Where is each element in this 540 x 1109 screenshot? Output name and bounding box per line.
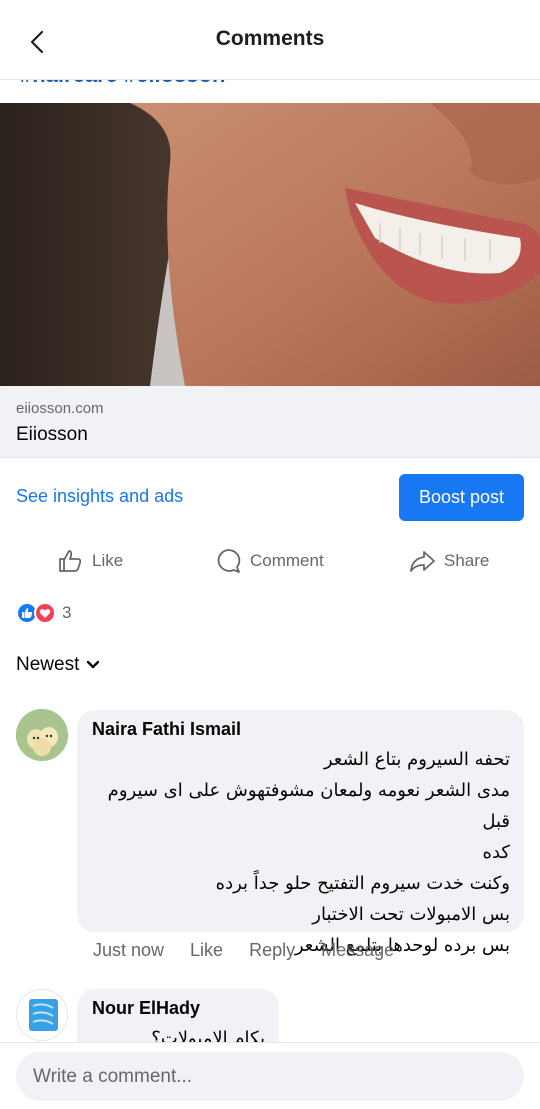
share-arrow-icon — [410, 551, 435, 572]
comment-line: كده — [482, 842, 510, 863]
comment-button[interactable]: Comment — [214, 546, 324, 576]
comment-line: مدى الشعر نعومه ولمعان مشوفتهوش على اى س… — [107, 780, 510, 832]
comment-bubble[interactable]: Naira Fathi Ismail تحفه السيروم بتاع الش… — [77, 710, 524, 956]
comment-label: Comment — [250, 551, 324, 570]
comment-message-button[interactable]: Message — [321, 940, 394, 961]
avatar[interactable] — [16, 709, 68, 761]
reactions-summary[interactable]: 3 — [16, 602, 71, 624]
link-title: Eiiosson — [16, 424, 88, 445]
comment-timestamp: Just now — [93, 940, 165, 960]
comment-author[interactable]: Nour ElHady — [92, 998, 200, 1019]
thumbs-up-icon — [59, 550, 82, 572]
reaction-count: 3 — [62, 603, 72, 622]
comment-line: تحفه السيروم بتاع الشعر — [323, 749, 510, 770]
comment-sort-dropdown[interactable]: Newest — [16, 654, 101, 676]
comment-reply-button[interactable]: Reply — [249, 940, 295, 961]
like-button[interactable]: Like — [56, 546, 123, 576]
post-image[interactable] — [0, 103, 540, 386]
share-button[interactable]: Share — [408, 546, 489, 576]
sort-label: Newest — [16, 654, 80, 675]
comment-line: بس الامبولات تحت الاختبار — [312, 904, 510, 925]
boost-post-button[interactable]: Boost post — [399, 474, 524, 521]
comment-bubble-icon — [217, 549, 241, 573]
comment-composer — [0, 1042, 540, 1109]
avatar[interactable] — [16, 989, 68, 1041]
share-label: Share — [444, 551, 490, 570]
comment-author[interactable]: Naira Fathi Ismail — [92, 719, 241, 740]
link-preview[interactable]: eiiosson.com Eiiosson — [0, 386, 540, 458]
chevron-down-icon — [87, 660, 100, 669]
see-insights-link[interactable]: See insights and ads — [16, 486, 183, 507]
comment-line: وكنت خدت سيروم التفتيح حلو جداً برده — [215, 873, 510, 894]
comment-actions: Just now Like Reply Message — [93, 940, 420, 961]
top-bar: Comments — [0, 0, 540, 80]
comment-input[interactable] — [16, 1052, 524, 1101]
comment-like-button[interactable]: Like — [190, 940, 223, 961]
link-domain: eiiosson.com — [16, 400, 104, 417]
like-label: Like — [92, 551, 124, 570]
love-reaction-icon — [34, 602, 56, 624]
comment-text: تحفه السيروم بتاع الشعر مدى الشعر نعومه … — [91, 744, 510, 961]
page-title: Comments — [215, 27, 325, 50]
